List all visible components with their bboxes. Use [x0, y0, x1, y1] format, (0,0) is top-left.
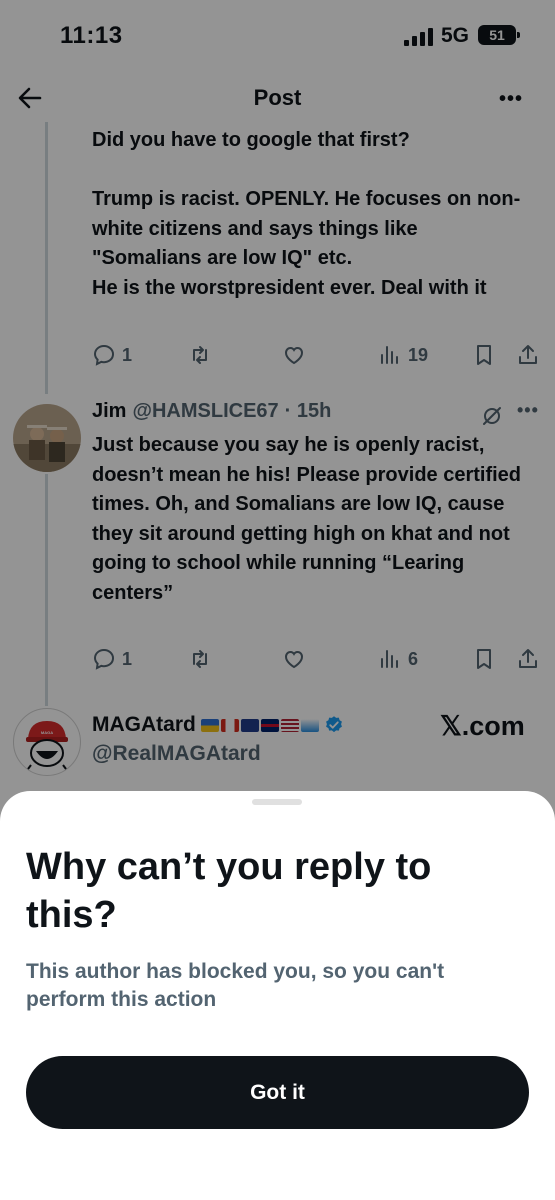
sheet-grabber[interactable] — [252, 799, 302, 805]
sheet-title: Why can’t you reply to this? — [26, 846, 432, 936]
sheet-message: This author has blocked you, so you can'… — [26, 960, 445, 1011]
post-screen: 11:13 5G 51 Post ••• Did you have to goo… — [0, 0, 555, 1200]
got-it-button[interactable]: Got it — [26, 1056, 529, 1129]
bottom-sheet: Why can’t you reply to this? This author… — [0, 791, 555, 1200]
